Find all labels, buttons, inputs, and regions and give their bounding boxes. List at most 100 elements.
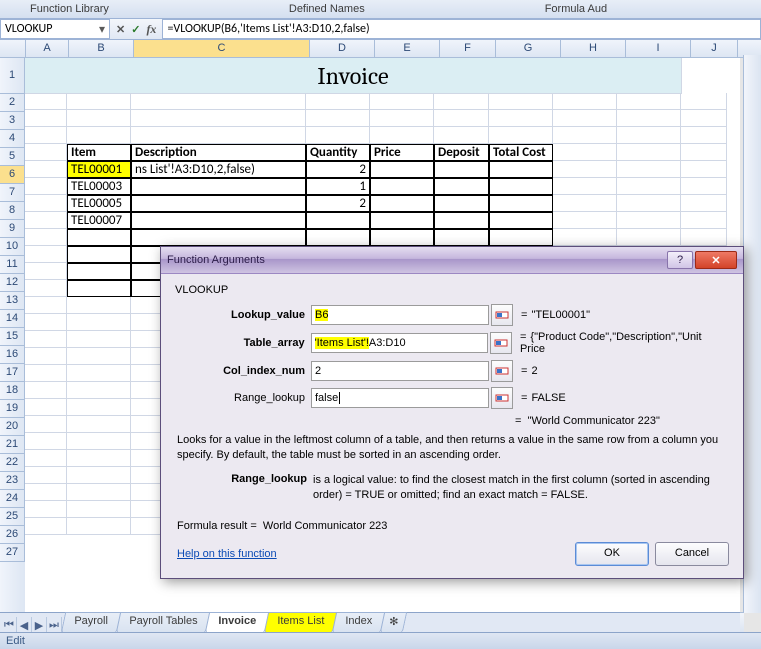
cell[interactable] bbox=[306, 93, 370, 110]
cell[interactable] bbox=[131, 127, 306, 144]
cell[interactable] bbox=[434, 212, 489, 229]
ok-button[interactable]: OK bbox=[575, 542, 649, 566]
cell[interactable] bbox=[370, 127, 434, 144]
vertical-scrollbar[interactable] bbox=[743, 55, 761, 613]
col-header-E[interactable]: E bbox=[375, 40, 440, 57]
row-header-17[interactable]: 17 bbox=[0, 364, 25, 382]
cell[interactable] bbox=[553, 178, 617, 195]
row-header-6[interactable]: 6 bbox=[0, 166, 25, 184]
cell[interactable] bbox=[370, 212, 434, 229]
cell[interactable] bbox=[489, 229, 553, 246]
cell[interactable] bbox=[67, 450, 131, 467]
cell[interactable] bbox=[67, 297, 131, 314]
cell[interactable] bbox=[67, 399, 131, 416]
cell[interactable] bbox=[553, 195, 617, 212]
col-header-D[interactable]: D bbox=[310, 40, 375, 57]
col-header-B[interactable]: B bbox=[69, 40, 134, 57]
col-header-A[interactable]: A bbox=[26, 40, 69, 57]
cell[interactable] bbox=[681, 93, 727, 110]
tab-prev-icon[interactable]: ◀ bbox=[17, 617, 32, 633]
cell[interactable] bbox=[67, 229, 131, 246]
cell[interactable] bbox=[306, 110, 370, 127]
cell[interactable] bbox=[25, 178, 67, 195]
cell[interactable] bbox=[67, 331, 131, 348]
invoice-title[interactable]: Invoice bbox=[25, 58, 682, 94]
cell[interactable] bbox=[370, 229, 434, 246]
cell[interactable] bbox=[489, 212, 553, 229]
cell[interactable] bbox=[67, 467, 131, 484]
cell[interactable] bbox=[434, 195, 489, 212]
insert-function-icon[interactable]: fx bbox=[144, 22, 158, 37]
enter-formula-icon[interactable]: ✓ bbox=[129, 23, 142, 36]
cell[interactable] bbox=[25, 416, 67, 433]
cell[interactable] bbox=[489, 110, 553, 127]
cell[interactable] bbox=[25, 297, 67, 314]
cell[interactable] bbox=[553, 212, 617, 229]
col-header-G[interactable]: G bbox=[496, 40, 561, 57]
cell[interactable] bbox=[681, 212, 727, 229]
arg-input-col-index[interactable]: 2 bbox=[311, 361, 489, 381]
cell[interactable] bbox=[489, 195, 553, 212]
cell[interactable] bbox=[25, 484, 67, 501]
cell[interactable] bbox=[617, 212, 681, 229]
row-header-5[interactable]: 5 bbox=[0, 148, 25, 166]
cell[interactable] bbox=[25, 501, 67, 518]
row-header-1[interactable]: 1 bbox=[0, 58, 25, 94]
cell[interactable] bbox=[67, 127, 131, 144]
cell[interactable] bbox=[131, 93, 306, 110]
cell[interactable] bbox=[67, 314, 131, 331]
cell[interactable] bbox=[617, 127, 681, 144]
cell[interactable]: TEL00003 bbox=[67, 178, 131, 195]
tab-payroll[interactable]: Payroll bbox=[61, 612, 121, 633]
cell[interactable] bbox=[617, 229, 681, 246]
cell[interactable] bbox=[25, 229, 67, 246]
cell[interactable] bbox=[25, 365, 67, 382]
row-header-22[interactable]: 22 bbox=[0, 454, 25, 472]
row-header-27[interactable]: 27 bbox=[0, 544, 25, 562]
cell[interactable] bbox=[553, 93, 617, 110]
row-header-7[interactable]: 7 bbox=[0, 184, 25, 202]
cell[interactable] bbox=[617, 178, 681, 195]
row-header-9[interactable]: 9 bbox=[0, 220, 25, 238]
cell[interactable]: TEL00001 bbox=[67, 161, 131, 178]
row-header-3[interactable]: 3 bbox=[0, 112, 25, 130]
cell[interactable] bbox=[553, 161, 617, 178]
table-header[interactable]: Quantity bbox=[306, 144, 370, 161]
row-header-21[interactable]: 21 bbox=[0, 436, 25, 454]
row-header-26[interactable]: 26 bbox=[0, 526, 25, 544]
cell[interactable] bbox=[67, 263, 131, 280]
row-header-23[interactable]: 23 bbox=[0, 472, 25, 490]
arg-input-range-lookup[interactable]: false bbox=[311, 388, 489, 408]
row-header-20[interactable]: 20 bbox=[0, 418, 25, 436]
dialog-titlebar[interactable]: Function Arguments ? ✕ bbox=[161, 247, 743, 274]
table-header[interactable]: Deposit bbox=[434, 144, 489, 161]
cell[interactable] bbox=[25, 110, 67, 127]
cell[interactable] bbox=[553, 127, 617, 144]
cell[interactable] bbox=[67, 246, 131, 263]
cell[interactable] bbox=[67, 93, 131, 110]
cell[interactable] bbox=[434, 110, 489, 127]
row-header-11[interactable]: 11 bbox=[0, 256, 25, 274]
cell[interactable] bbox=[67, 110, 131, 127]
row-header-4[interactable]: 4 bbox=[0, 130, 25, 148]
row-header-25[interactable]: 25 bbox=[0, 508, 25, 526]
row-header-10[interactable]: 10 bbox=[0, 238, 25, 256]
col-header-C[interactable]: C bbox=[134, 40, 310, 57]
tab-index[interactable]: Index bbox=[332, 612, 385, 633]
table-header[interactable]: Item bbox=[67, 144, 131, 161]
cell[interactable] bbox=[25, 382, 67, 399]
cell[interactable] bbox=[131, 212, 306, 229]
cell[interactable] bbox=[25, 348, 67, 365]
cell[interactable] bbox=[370, 93, 434, 110]
cell[interactable] bbox=[434, 161, 489, 178]
arg-input-lookup-value[interactable]: B6 bbox=[311, 305, 489, 325]
cell[interactable]: 2 bbox=[306, 195, 370, 212]
cell[interactable] bbox=[681, 127, 727, 144]
cell[interactable] bbox=[434, 127, 489, 144]
col-header-J[interactable]: J bbox=[691, 40, 738, 57]
row-header-12[interactable]: 12 bbox=[0, 274, 25, 292]
cell[interactable] bbox=[681, 144, 727, 161]
cell[interactable] bbox=[25, 212, 67, 229]
col-header-H[interactable]: H bbox=[561, 40, 626, 57]
cell[interactable] bbox=[25, 331, 67, 348]
